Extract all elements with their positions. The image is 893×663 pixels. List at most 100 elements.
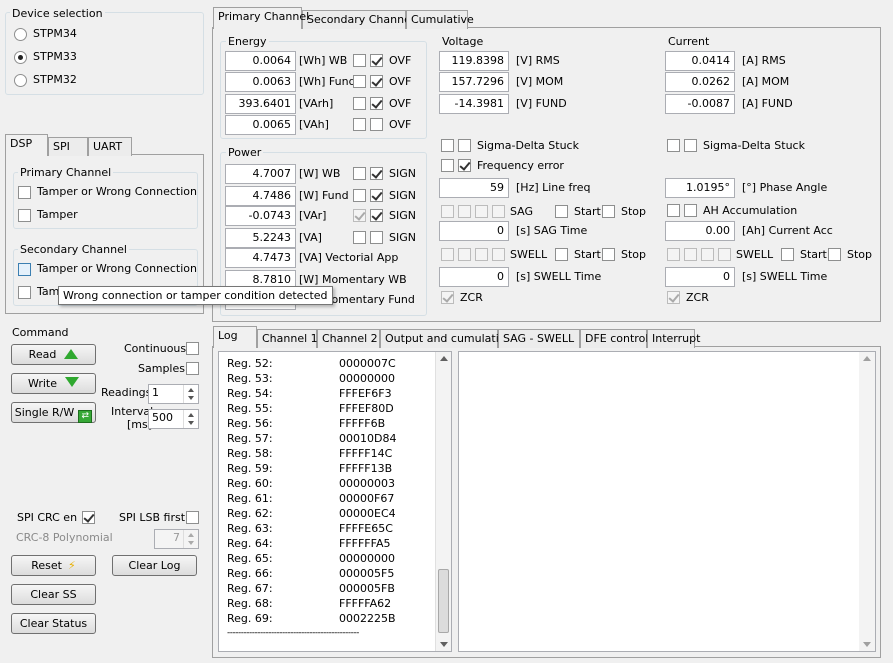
power-var-sign-checkbox[interactable]: [370, 209, 383, 222]
output-scroll-down-icon[interactable]: [863, 642, 871, 647]
spi-crc-en-checkbox[interactable]: [82, 511, 95, 524]
v-swell-start-label: Start: [574, 248, 601, 261]
power-wb-unit: [W] WB: [299, 167, 341, 180]
sag-status-2-checkbox: [458, 205, 471, 218]
current-sigma-delta-checkbox[interactable]: [684, 139, 697, 152]
radio-stpm32-label[interactable]: STPM32: [33, 73, 77, 87]
ah-acc-label: AH Accumulation: [703, 204, 798, 217]
log-output-area[interactable]: [458, 351, 876, 652]
power-var-unit: [VAr]: [299, 209, 327, 222]
tab-channel-2[interactable]: Channel 2: [317, 329, 380, 348]
tab-spi[interactable]: SPI: [48, 137, 88, 156]
energy-vah-ovf-checkbox[interactable]: [370, 118, 383, 131]
power-va-unit: [VA]: [299, 231, 322, 244]
log-register: Reg. 58:: [227, 447, 273, 460]
log-register: Reg. 53:: [227, 372, 273, 385]
arrow-up-icon: [64, 349, 79, 359]
energy-fund-ovf-checkbox[interactable]: [370, 75, 383, 88]
power-fund-sign-checkbox[interactable]: [370, 189, 383, 202]
log-row: Reg. 63: FFFFE65C: [227, 521, 393, 536]
tab-dfe-control[interactable]: DFE control: [580, 329, 648, 348]
scroll-thumb[interactable]: [438, 569, 449, 633]
output-scrollbar[interactable]: [859, 352, 875, 651]
readings-stepper[interactable]: 1: [148, 384, 199, 404]
power-fund-unit: [W] Fund: [299, 189, 349, 202]
v-swell-stop-checkbox[interactable]: [602, 248, 615, 261]
c-zcr-checkbox: [667, 291, 680, 304]
tab-uart[interactable]: UART: [88, 137, 132, 156]
freq-error-checkbox[interactable]: [458, 159, 471, 172]
power-wb-sign-checkbox[interactable]: [370, 167, 383, 180]
energy-varh-ovf-checkbox[interactable]: [370, 97, 383, 110]
current-acc-value: 0.00: [665, 221, 735, 241]
dsp-primary-title: Primary Channel: [18, 166, 114, 179]
freq-error-label: Frequency error: [477, 159, 564, 172]
readings-spin-arrows-icon[interactable]: [183, 385, 198, 403]
secondary-tamper-wrong-checkbox[interactable]: [18, 263, 31, 276]
tab-primary-channel[interactable]: Primary Channel: [213, 7, 309, 29]
crc8-polynomial-stepper[interactable]: 7: [154, 529, 199, 549]
tab-channel-1[interactable]: Channel 1: [257, 329, 318, 348]
ah-acc-checkbox[interactable]: [684, 204, 697, 217]
continuous-checkbox[interactable]: [186, 342, 199, 355]
phase-angle-unit: [°] Phase Angle: [742, 181, 828, 194]
crc8-spin-arrows-icon[interactable]: [183, 530, 198, 548]
readings-label: Readings: [101, 386, 152, 399]
sag-start-checkbox[interactable]: [555, 205, 568, 218]
radio-stpm34-label[interactable]: STPM34: [33, 27, 77, 41]
read-button[interactable]: Read: [11, 344, 96, 365]
interval-spin-arrows-icon[interactable]: [183, 410, 198, 428]
swap-icon: ⇄: [78, 410, 93, 423]
v-zcr-label: ZCR: [460, 291, 483, 304]
scroll-down-icon[interactable]: [440, 642, 448, 647]
samples-checkbox[interactable]: [186, 362, 199, 375]
tab-interrupt[interactable]: Interrupt: [647, 329, 700, 348]
scroll-up-icon[interactable]: [440, 356, 448, 361]
v-swell-start-checkbox[interactable]: [555, 248, 568, 261]
v-swell-stop-label: Stop: [621, 248, 647, 261]
radio-stpm33[interactable]: [14, 51, 27, 64]
secondary-tamper-checkbox[interactable]: [18, 286, 31, 299]
power-vectorial-value: 4.7473: [225, 248, 296, 268]
sag-stop-checkbox[interactable]: [602, 205, 615, 218]
tab-dsp[interactable]: DSP: [5, 134, 48, 156]
register-log[interactable]: Reg. 52: 0000007C Reg. 53: 00000000 Reg. 54:…: [218, 351, 452, 652]
primary-tamper-checkbox[interactable]: [18, 209, 31, 222]
tab-sag-swell[interactable]: SAG - SWELL: [498, 329, 580, 348]
output-scroll-up-icon[interactable]: [863, 356, 871, 361]
radio-stpm34[interactable]: [14, 28, 27, 41]
reset-button[interactable]: Reset ⚡: [11, 555, 96, 576]
tab-output-cumulative[interactable]: Output and cumulative: [380, 329, 512, 348]
clear-log-button[interactable]: Clear Log: [112, 555, 197, 576]
log-value: 00010D84: [339, 432, 397, 445]
clear-ss-button[interactable]: Clear SS: [11, 584, 96, 605]
log-scrollbar[interactable]: [435, 352, 451, 651]
energy-wb-ovf-checkbox[interactable]: [370, 54, 383, 67]
energy-varh-unit: [VArh]: [299, 97, 334, 110]
interval-stepper[interactable]: 500: [148, 409, 199, 429]
spi-lsb-first-checkbox[interactable]: [186, 511, 199, 524]
tab-cumulative[interactable]: Cumulative: [406, 10, 474, 29]
power-va-sign-checkbox[interactable]: [370, 231, 383, 244]
c-swell-stop-checkbox[interactable]: [828, 248, 841, 261]
log-row: Reg. 60: 00000003: [227, 476, 395, 491]
radio-stpm32[interactable]: [14, 74, 27, 87]
log-row: Reg. 53: 00000000: [227, 371, 395, 386]
current-acc-unit: [Ah] Current Acc: [742, 224, 833, 237]
tab-log[interactable]: Log: [213, 326, 257, 348]
c-swell-start-checkbox[interactable]: [781, 248, 794, 261]
single-rw-button[interactable]: Single R/W ⇄: [11, 402, 96, 423]
primary-tamper-wrong-checkbox[interactable]: [18, 186, 31, 199]
log-row: Reg. 67: 000005FB: [227, 581, 395, 596]
voltage-sigma-delta-checkbox[interactable]: [458, 139, 471, 152]
write-button[interactable]: Write: [11, 373, 96, 394]
sag-label: SAG: [510, 205, 534, 218]
power-vectorial-unit: [VA] Vectorial App: [299, 251, 399, 264]
clear-status-button[interactable]: Clear Status: [11, 613, 96, 634]
log-row: Reg. 68: FFFFFA62: [227, 596, 391, 611]
tab-secondary-channel[interactable]: Secondary Channel: [302, 10, 414, 29]
radio-stpm33-label[interactable]: STPM33: [33, 50, 77, 64]
current-title: Current: [666, 35, 712, 48]
voltage-sigma-status-checkbox: [441, 139, 454, 152]
line-freq-value: 59: [439, 178, 509, 198]
